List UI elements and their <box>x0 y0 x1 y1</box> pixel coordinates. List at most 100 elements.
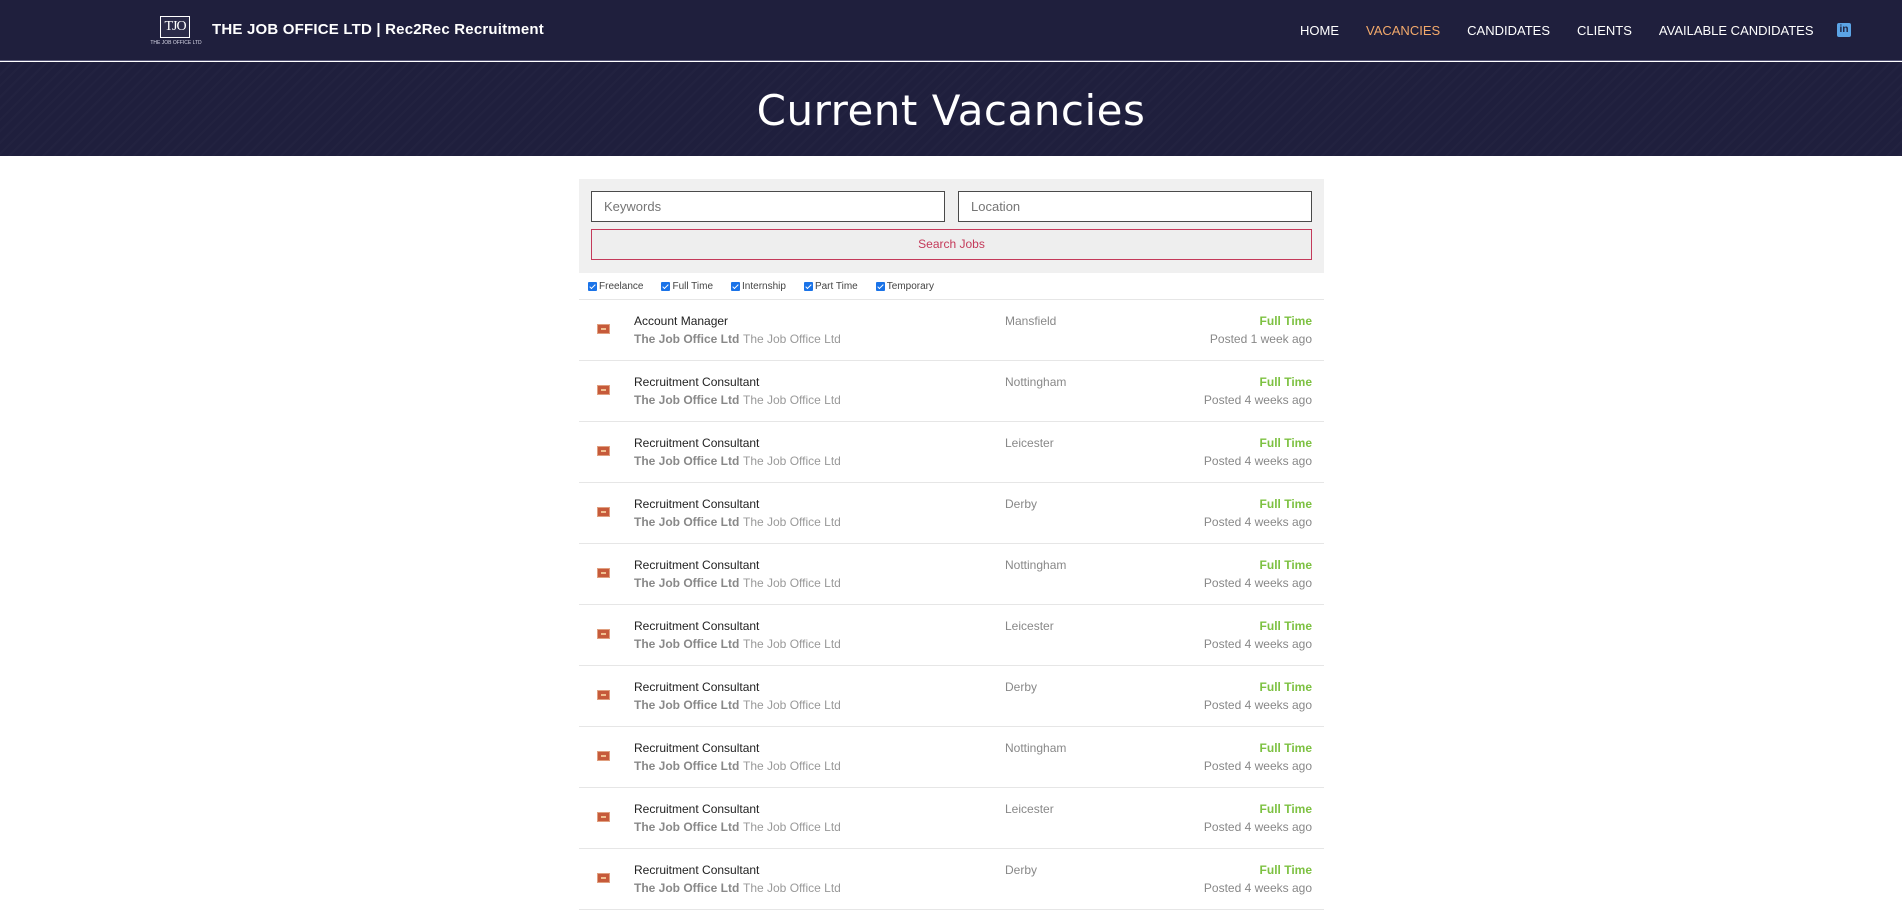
job-company: The Job Office Ltd <box>634 332 740 346</box>
job-company-tagline: The Job Office Ltd <box>743 637 841 651</box>
job-type-badge: Full Time <box>1259 863 1312 877</box>
site-logo[interactable]: TJO THE JOB OFFICE LTD <box>150 14 202 48</box>
job-posted-date: Posted 4 weeks ago <box>1203 454 1312 468</box>
job-title[interactable]: Recruitment Consultant <box>634 558 759 572</box>
job-location: Nottingham <box>1005 741 1067 755</box>
job-type-badge: Full Time <box>1259 314 1312 328</box>
job-title[interactable]: Recruitment Consultant <box>634 375 759 389</box>
job-type-badge: Full Time <box>1259 436 1312 450</box>
job-listing-row[interactable]: Recruitment Consultant The Job Office Lt… <box>579 788 1324 849</box>
job-company: The Job Office Ltd <box>634 759 740 773</box>
job-title[interactable]: Recruitment Consultant <box>634 863 759 877</box>
job-title[interactable]: Recruitment Consultant <box>634 619 759 633</box>
job-listing-row[interactable]: Recruitment Consultant The Job Office Lt… <box>579 483 1324 544</box>
job-location: Derby <box>1005 680 1038 694</box>
job-listing-row[interactable]: Recruitment Consultant The Job Office Lt… <box>579 666 1324 727</box>
checkbox-checked-icon[interactable] <box>588 281 597 291</box>
nav-candidates[interactable]: CANDIDATES <box>1467 23 1550 39</box>
job-listing-row[interactable]: Recruitment Consultant The Job Office Lt… <box>579 544 1324 605</box>
filter-label: Part Time <box>814 280 858 292</box>
filter-part-time[interactable]: Part Time <box>803 280 858 292</box>
job-listing-row[interactable]: Recruitment Consultant The Job Office Lt… <box>579 849 1324 910</box>
page-hero: Current Vacancies <box>0 62 1902 156</box>
logo-subtext: THE JOB OFFICE LTD <box>150 40 202 46</box>
job-company: The Job Office Ltd <box>634 881 740 895</box>
job-title[interactable]: Recruitment Consultant <box>634 741 759 755</box>
company-logo-icon <box>597 629 610 639</box>
job-location: Leicester <box>1005 802 1054 816</box>
company-logo-icon <box>597 751 610 761</box>
job-posted-date: Posted 4 weeks ago <box>1203 759 1312 773</box>
job-type-filters: Freelance Full Time Internship Part Time… <box>579 273 1324 300</box>
job-company: The Job Office Ltd <box>634 393 740 407</box>
job-posted-date: Posted 4 weeks ago <box>1203 820 1312 834</box>
job-location: Nottingham <box>1005 558 1067 572</box>
checkbox-checked-icon[interactable] <box>875 281 885 291</box>
job-search-form: Search Jobs <box>579 179 1324 273</box>
checkbox-checked-icon[interactable] <box>731 281 741 291</box>
job-company: The Job Office Ltd <box>634 820 740 834</box>
filter-label: Internship <box>742 280 786 292</box>
job-listing-row[interactable]: Recruitment Consultant The Job Office Lt… <box>579 605 1324 666</box>
job-title[interactable]: Recruitment Consultant <box>634 680 759 694</box>
job-company-tagline: The Job Office Ltd <box>743 576 841 590</box>
nav-clients[interactable]: CLIENTS <box>1577 23 1632 39</box>
filter-label: Temporary <box>886 280 934 292</box>
job-posted-date: Posted 4 weeks ago <box>1203 515 1312 529</box>
nav-vacancies[interactable]: VACANCIES <box>1366 23 1440 39</box>
checkbox-checked-icon[interactable] <box>803 281 813 291</box>
company-logo-icon <box>597 385 610 395</box>
job-posted-date: Posted 4 weeks ago <box>1203 637 1312 651</box>
job-company-tagline: The Job Office Ltd <box>743 393 841 407</box>
location-input[interactable] <box>958 191 1312 222</box>
filter-internship[interactable]: Internship <box>731 281 786 292</box>
job-listings: Account Manager The Job Office Ltd The J… <box>579 300 1324 910</box>
job-type-badge: Full Time <box>1259 375 1312 389</box>
job-company-tagline: The Job Office Ltd <box>743 759 841 773</box>
job-listing-row[interactable]: Recruitment Consultant The Job Office Lt… <box>579 727 1324 788</box>
job-type-badge: Full Time <box>1259 680 1312 694</box>
search-jobs-button[interactable]: Search Jobs <box>591 229 1312 260</box>
filter-freelance[interactable]: Freelance <box>588 281 643 292</box>
filter-temporary[interactable]: Temporary <box>875 280 934 292</box>
job-posted-date: Posted 4 weeks ago <box>1203 698 1312 712</box>
job-title[interactable]: Account Manager <box>634 314 728 328</box>
job-location: Leicester <box>1005 619 1054 633</box>
job-title[interactable]: Recruitment Consultant <box>634 802 759 816</box>
main-nav: HOME VACANCIES CANDIDATES CLIENTS AVAILA… <box>1300 23 1841 39</box>
job-company: The Job Office Ltd <box>634 515 740 529</box>
job-listing-row[interactable]: Recruitment Consultant The Job Office Lt… <box>579 361 1324 422</box>
company-logo-icon <box>597 324 610 334</box>
company-logo-icon <box>597 568 610 578</box>
nav-available-candidates[interactable]: AVAILABLE CANDIDATES <box>1659 23 1814 39</box>
checkbox-checked-icon[interactable] <box>661 281 671 291</box>
job-posted-date: Posted 4 weeks ago <box>1203 881 1312 895</box>
job-title[interactable]: Recruitment Consultant <box>634 497 759 511</box>
job-posted-date: Posted 4 weeks ago <box>1203 576 1312 590</box>
linkedin-icon[interactable]: in <box>1837 23 1851 37</box>
filter-full-time[interactable]: Full Time <box>661 281 713 292</box>
job-listing-row[interactable]: Account Manager The Job Office Ltd The J… <box>579 300 1324 361</box>
page-title: Current Vacancies <box>756 86 1146 135</box>
job-type-badge: Full Time <box>1259 497 1312 511</box>
job-location: Leicester <box>1005 436 1054 450</box>
job-type-badge: Full Time <box>1259 741 1312 755</box>
job-company-tagline: The Job Office Ltd <box>743 332 841 346</box>
company-logo-icon <box>597 812 610 822</box>
job-title[interactable]: Recruitment Consultant <box>634 436 759 450</box>
job-company-tagline: The Job Office Ltd <box>743 881 841 895</box>
company-logo-icon <box>597 873 610 883</box>
job-company-tagline: The Job Office Ltd <box>743 454 841 468</box>
job-location: Derby <box>1005 863 1038 877</box>
job-location: Derby <box>1005 497 1038 511</box>
nav-home[interactable]: HOME <box>1300 23 1339 39</box>
logo-mark: TJO <box>160 16 190 38</box>
keywords-input[interactable] <box>591 191 945 222</box>
job-location: Nottingham <box>1005 375 1067 389</box>
job-company: The Job Office Ltd <box>634 454 740 468</box>
job-company-tagline: The Job Office Ltd <box>743 698 841 712</box>
company-logo-icon <box>597 690 610 700</box>
site-title[interactable]: THE JOB OFFICE LTD | Rec2Rec Recruitment <box>212 21 544 38</box>
job-listing-row[interactable]: Recruitment Consultant The Job Office Lt… <box>579 422 1324 483</box>
job-company: The Job Office Ltd <box>634 698 740 712</box>
